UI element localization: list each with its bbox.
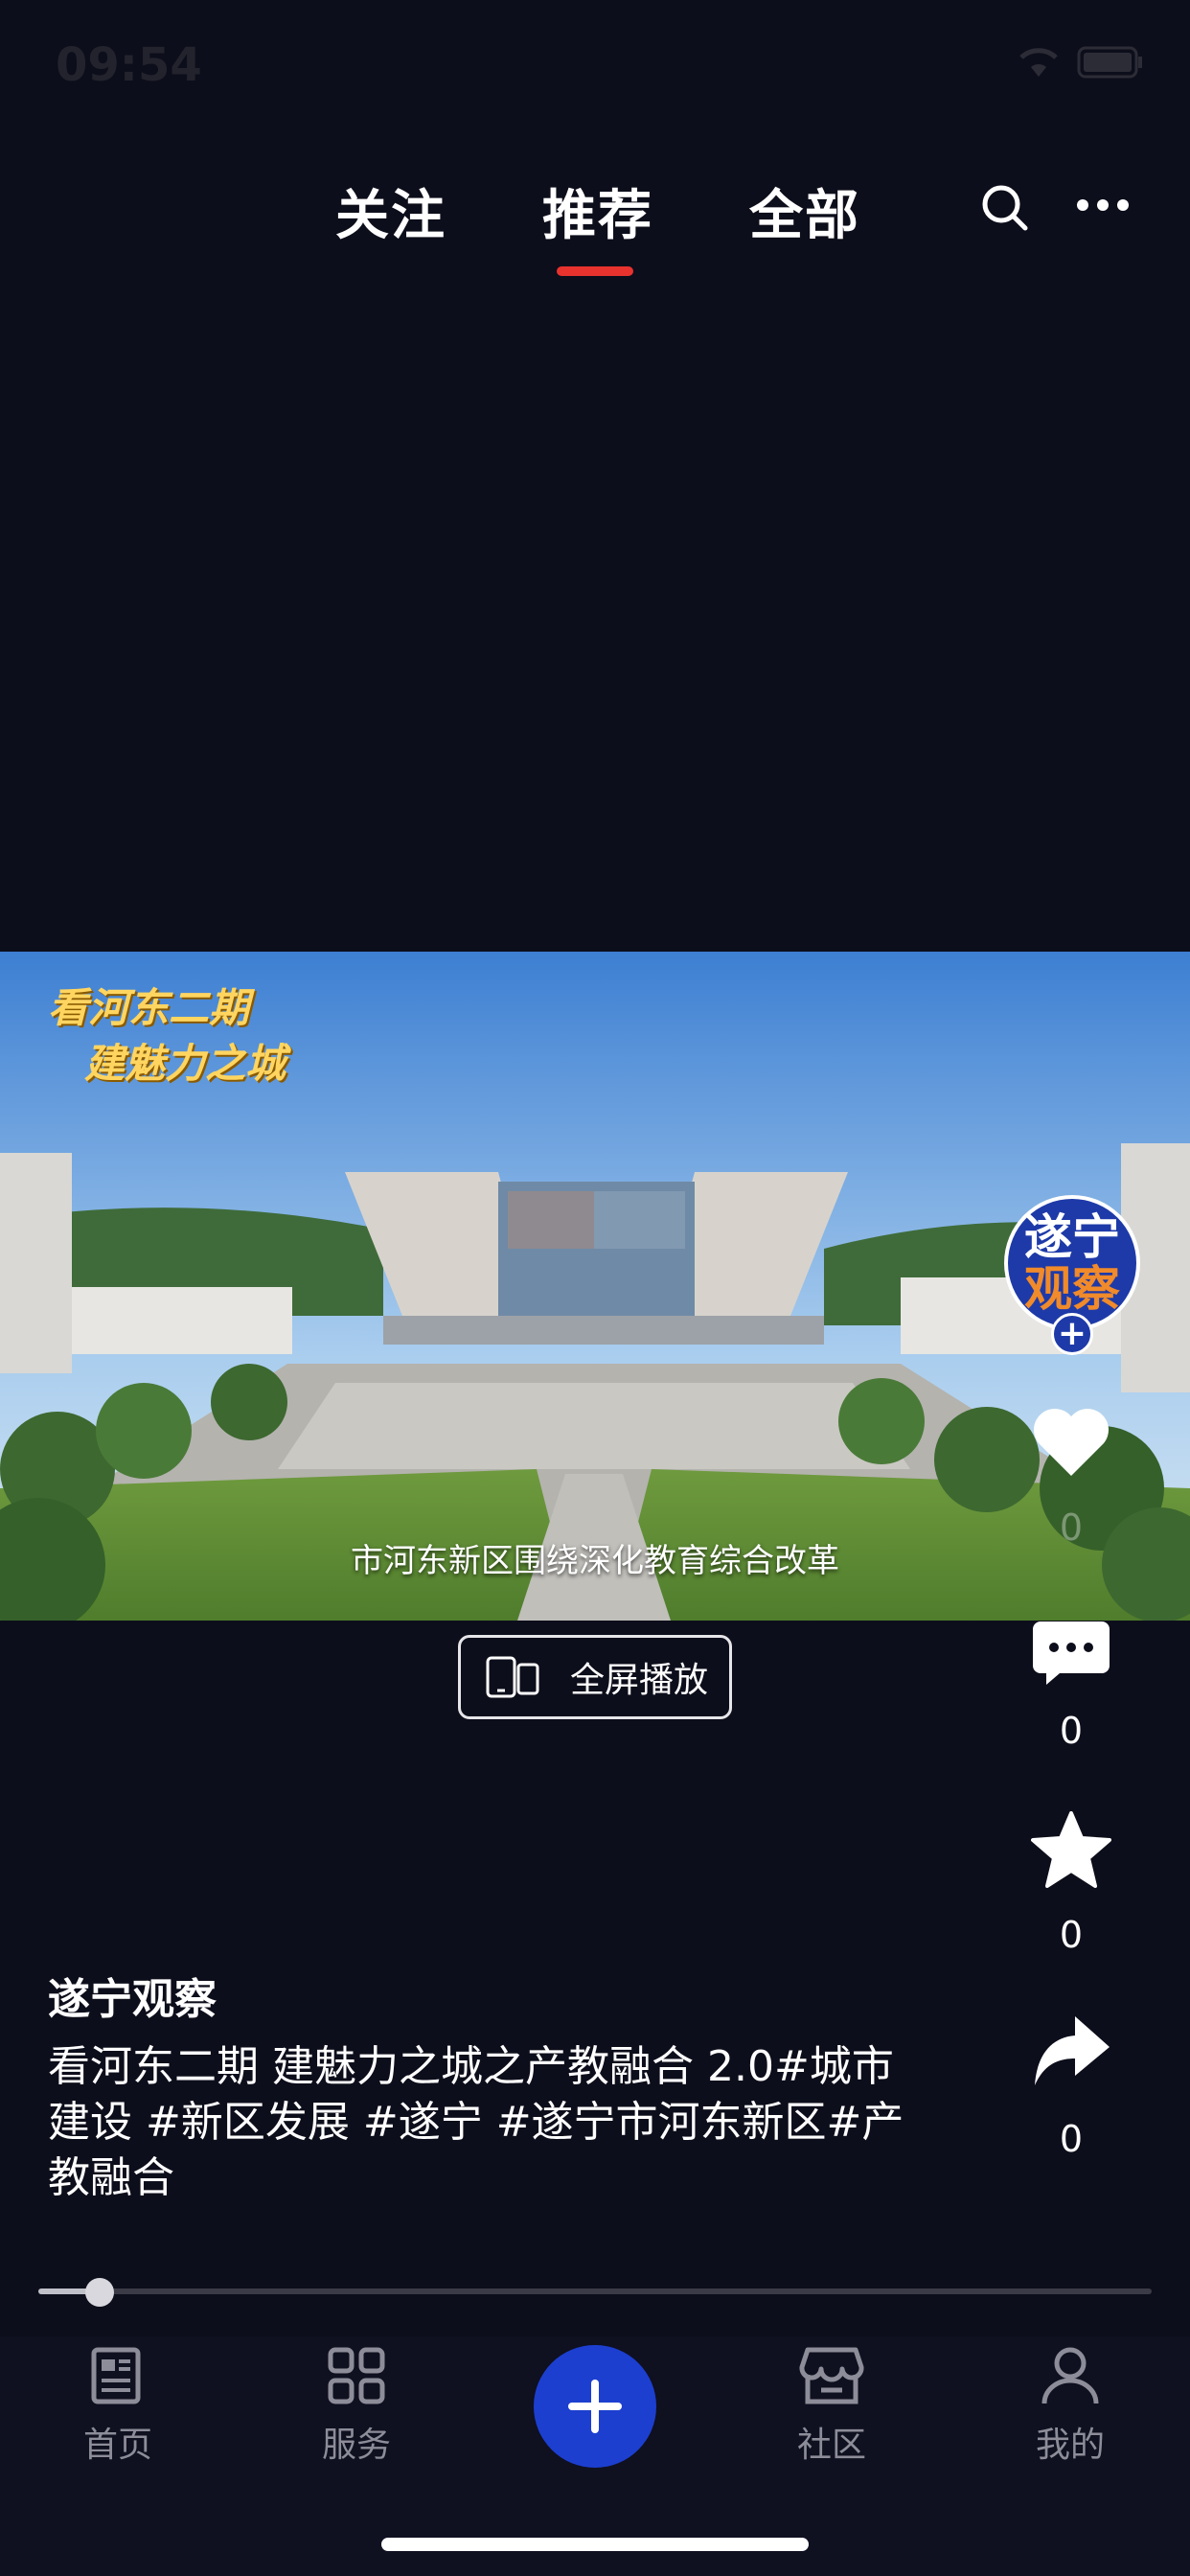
plus-icon xyxy=(568,2380,622,2433)
battery-icon xyxy=(1077,46,1142,79)
avatar-text-line1: 遂宁 xyxy=(1024,1209,1120,1265)
overlay-title-line2: 建魅力之城 xyxy=(84,1040,286,1087)
post-author[interactable]: 遂宁观察 xyxy=(48,1965,217,2026)
publish-button[interactable] xyxy=(534,2345,656,2468)
share-count: 0 xyxy=(1059,2118,1084,2160)
fullscreen-label: 全屏播放 xyxy=(570,1661,709,1700)
grid-icon xyxy=(328,2347,385,2404)
nav-profile[interactable]: 我的 xyxy=(994,2344,1147,2467)
tab-recommended[interactable]: 推荐 xyxy=(542,172,653,250)
progress-knob[interactable] xyxy=(85,2278,114,2307)
nav-home[interactable]: 首页 xyxy=(41,2344,195,2467)
avatar-text-line2: 观察 xyxy=(1024,1261,1120,1317)
heart-icon[interactable] xyxy=(1031,1407,1111,1480)
nav-services-label: 服务 xyxy=(321,2426,391,2465)
store-icon xyxy=(799,2347,864,2404)
user-icon xyxy=(1041,2347,1099,2404)
more-icon[interactable] xyxy=(1075,196,1131,215)
nav-services[interactable]: 服务 xyxy=(280,2344,433,2467)
tab-following[interactable]: 关注 xyxy=(335,172,446,250)
channel-avatar[interactable]: 遂宁 观察 xyxy=(1004,1195,1140,1331)
post-description[interactable]: 看河东二期 建魅力之城之产教融合 2.0#城市建设 #新区发展 #遂宁 #遂宁市… xyxy=(48,2039,910,2206)
nav-profile-label: 我的 xyxy=(1035,2426,1105,2465)
rotate-screen-icon xyxy=(486,1656,539,1698)
overlay-title-line1: 看河东二期 xyxy=(48,984,250,1031)
active-tab-indicator xyxy=(557,266,633,276)
favorite-count: 0 xyxy=(1059,1914,1084,1956)
newspaper-icon xyxy=(91,2347,141,2404)
comment-count: 0 xyxy=(1059,1710,1084,1752)
star-icon[interactable] xyxy=(1031,1811,1111,1888)
video-title-overlay: 看河东二期 建魅力之城 xyxy=(48,980,286,1092)
fullscreen-button[interactable]: 全屏播放 xyxy=(458,1635,732,1719)
search-icon[interactable] xyxy=(979,182,1031,234)
nav-home-label: 首页 xyxy=(82,2426,152,2465)
progress-track[interactable] xyxy=(38,2288,1152,2294)
tab-all[interactable]: 全部 xyxy=(749,172,860,250)
status-time: 09:54 xyxy=(56,38,202,92)
video-subtitle: 市河东新区围绕深化教育综合改革 xyxy=(351,1542,839,1580)
share-icon[interactable] xyxy=(1031,2012,1111,2089)
status-icons xyxy=(1018,46,1144,79)
nav-community-label: 社区 xyxy=(796,2426,866,2465)
like-count: 0 xyxy=(1059,1506,1084,1549)
nav-community[interactable]: 社区 xyxy=(755,2344,908,2467)
wifi-icon xyxy=(1019,48,1058,77)
follow-button[interactable]: + xyxy=(1051,1313,1093,1355)
home-indicator xyxy=(381,2538,809,2551)
comment-icon[interactable] xyxy=(1031,1618,1111,1687)
